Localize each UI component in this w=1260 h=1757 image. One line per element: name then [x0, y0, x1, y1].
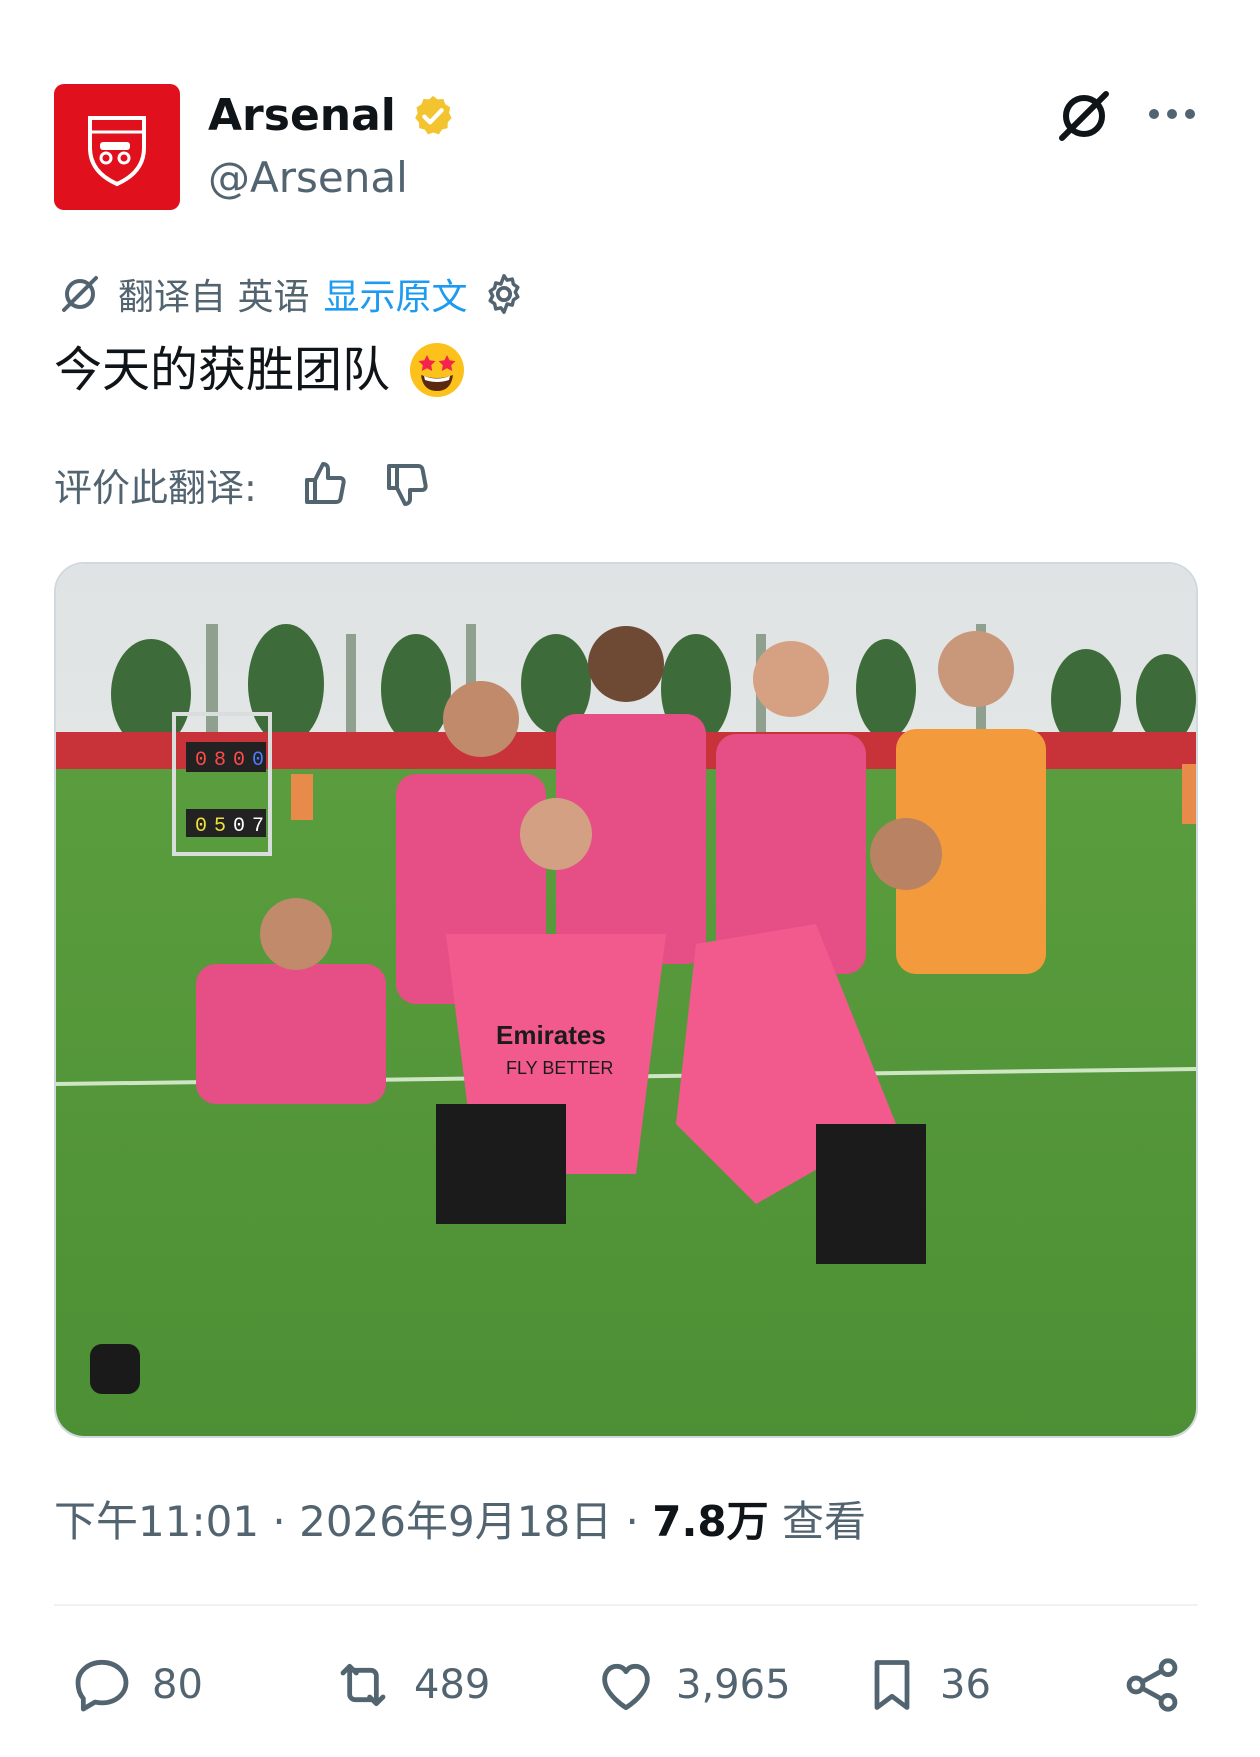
repost-button[interactable]: 489 — [330, 1650, 490, 1720]
grok-translate-icon — [62, 276, 98, 312]
bookmark-icon — [874, 1660, 910, 1710]
thumbs-up-icon[interactable] — [301, 460, 349, 508]
like-button[interactable]: 3,965 — [594, 1650, 791, 1720]
more-options-button[interactable] — [1140, 92, 1204, 136]
bookmark-count: 36 — [940, 1662, 991, 1708]
star-struck-emoji-icon — [410, 343, 465, 397]
translation-bar: 翻译自 英语 显示原文 — [56, 268, 527, 320]
meta-separator: · — [612, 1497, 653, 1546]
scoreboard-bottom-2: 5 — [214, 815, 226, 838]
share-button[interactable] — [1120, 1650, 1184, 1720]
display-name-row[interactable]: Arsenal — [208, 86, 456, 146]
tweet-time[interactable]: 下午11:01 — [54, 1497, 259, 1546]
views-label: 查看 — [782, 1497, 867, 1546]
grok-button[interactable] — [1052, 84, 1116, 148]
scoreboard-bottom-3: 0 — [233, 815, 245, 838]
team-photo-image: 0 8 0 0 0 5 0 7 Emirates FLY BETTER — [56, 564, 1196, 1436]
reply-button[interactable]: 80 — [70, 1650, 203, 1720]
verified-badge-icon — [415, 95, 452, 135]
show-original-link[interactable]: 显示原文 — [323, 268, 467, 320]
reply-count: 80 — [152, 1662, 203, 1708]
scoreboard-top-3: 0 — [233, 749, 245, 772]
account-handle[interactable]: @Arsenal — [208, 150, 408, 206]
reply-icon — [75, 1659, 129, 1712]
like-count: 3,965 — [676, 1662, 791, 1708]
gear-icon[interactable] — [481, 271, 527, 317]
meta-separator: · — [259, 1497, 300, 1546]
scoreboard-bottom-1: 0 — [195, 815, 207, 838]
views-count: 7.8万 — [652, 1497, 769, 1546]
divider — [54, 1604, 1198, 1606]
scoreboard-bottom-4: 7 — [252, 815, 264, 838]
scoreboard-top-2: 8 — [214, 749, 226, 772]
repost-count: 489 — [414, 1662, 491, 1708]
repost-icon — [340, 1663, 386, 1707]
tweet-body: 今天的获胜团队 — [54, 342, 391, 398]
media-overlay-button[interactable] — [90, 1344, 140, 1394]
translated-from-label: 翻译自 英语 — [118, 277, 310, 318]
bib-slogan-text: FLY BETTER — [506, 1058, 613, 1078]
tweet-meta: 下午11:01 · 2026年9月18日 · 7.8万 查看 — [54, 1494, 866, 1550]
display-name[interactable]: Arsenal — [208, 86, 396, 146]
bib-sponsor-text: Emirates — [496, 1020, 606, 1050]
more-horizontal-icon — [1149, 109, 1195, 119]
rate-translation-label: 评价此翻译: — [54, 465, 257, 510]
tweet-date[interactable]: 2026年9月18日 — [299, 1497, 612, 1546]
grok-icon — [1059, 91, 1109, 141]
arsenal-crest-icon — [88, 116, 146, 187]
scoreboard-top-4: 0 — [252, 749, 264, 772]
rate-translation-row: 评价此翻译: — [54, 456, 431, 512]
bookmark-button[interactable]: 36 — [862, 1650, 991, 1720]
heart-icon — [602, 1663, 650, 1711]
share-icon — [1126, 1658, 1178, 1712]
avatar[interactable] — [54, 84, 180, 210]
thumbs-down-icon[interactable] — [383, 460, 431, 508]
tweet-photo[interactable]: 0 8 0 0 0 5 0 7 Emirates FLY BETTER — [54, 562, 1198, 1438]
scoreboard-top-1: 0 — [195, 749, 207, 772]
tweet-text: 今天的获胜团队 — [54, 336, 466, 404]
